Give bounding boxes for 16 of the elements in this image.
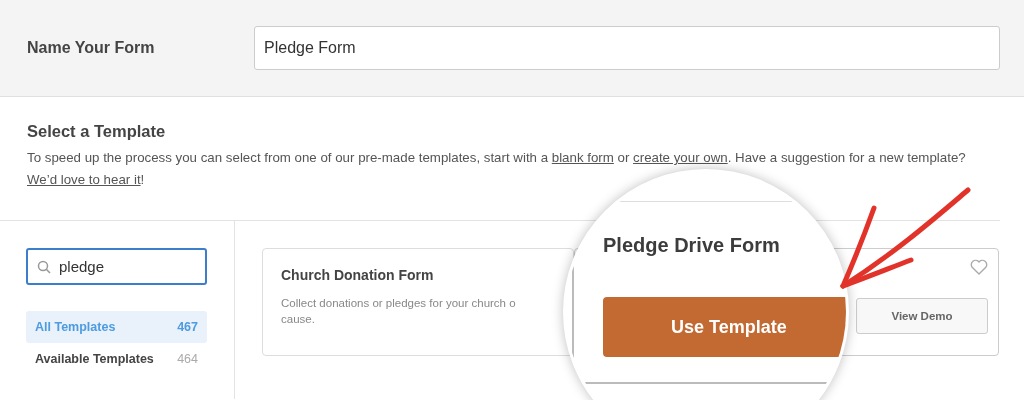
template-description-line: Collect donations or pledges for your church o (281, 296, 517, 311)
use-template-button[interactable]: Use Template (603, 297, 846, 357)
section-title: Select a Template (27, 122, 167, 141)
text-link[interactable]: blank form (551, 150, 614, 165)
text-link[interactable]: We’d love to hear it (27, 172, 141, 187)
form-name-label: Name Your Form (27, 39, 156, 57)
text-link[interactable]: create your own (633, 150, 728, 165)
form-name-field[interactable]: Pledge Form (254, 26, 1000, 70)
search-field[interactable]: pledge (26, 248, 207, 285)
template-description-line: cause. (281, 312, 316, 327)
template-title: Pledge Drive Form (603, 234, 780, 257)
category-item[interactable]: Available Templates 464 (26, 343, 207, 375)
view-demo-button[interactable]: View Demo (856, 298, 988, 334)
section-description: To speed up the process you can select from one of our pre-made templates, start with a blank form or create your own. Have a suggestion for a new template? We’d love to hear it! (27, 149, 967, 189)
template-title: Church Donation Form (281, 267, 435, 283)
heart-icon[interactable] (970, 259, 988, 275)
